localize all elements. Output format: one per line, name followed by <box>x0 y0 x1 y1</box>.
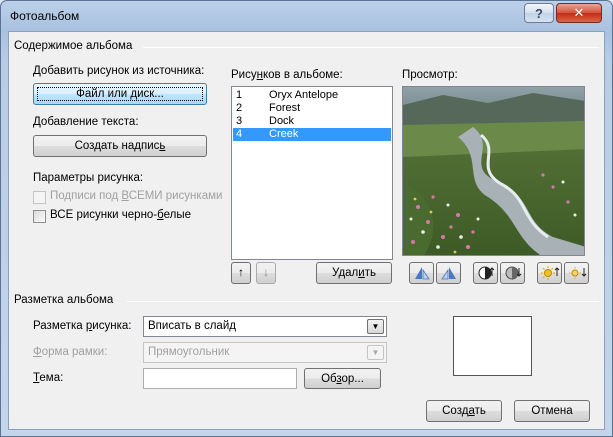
delete-label: Удалить <box>332 267 376 279</box>
dialog-client-area: Содержимое альбома Добавить рисунок из и… <box>8 31 605 430</box>
arrow-up-icon: ↑ <box>238 267 244 279</box>
dialog-window: Фотоальбом ? ✕ Содержимое альбома Добави… <box>0 0 613 437</box>
frame-shape-value: Прямоугольник <box>148 346 230 358</box>
move-down-button[interactable]: ↓ <box>256 262 276 284</box>
increase-contrast-button[interactable] <box>473 262 498 284</box>
rotate-left-button[interactable] <box>409 262 434 284</box>
picture-layout-value: Вписать в слайд <box>148 320 236 332</box>
close-icon: ✕ <box>573 5 585 20</box>
browse-button[interactable]: Обзор... <box>304 368 381 389</box>
creek-landscape-image <box>403 87 584 255</box>
all-black-white-checkbox[interactable] <box>33 210 46 223</box>
layout-preview-box <box>453 316 532 376</box>
file-or-disk-button[interactable]: Файл или диск... <box>33 83 207 105</box>
pictures-in-album-label: Рисунков в альбоме: <box>231 69 343 81</box>
create-button[interactable]: Создать <box>426 400 502 422</box>
pictures-listbox[interactable]: 1 Oryx Antelope 2 Forest 3 Dock 4 Creek <box>231 86 393 260</box>
cancel-label: Отмена <box>531 405 573 417</box>
contrast-up-icon <box>478 266 495 280</box>
create-label: Создать <box>442 405 486 417</box>
rotate-right-button[interactable] <box>436 262 461 284</box>
help-button[interactable]: ? <box>524 3 554 23</box>
arrow-down-icon: ↓ <box>263 267 269 279</box>
frame-shape-select[interactable]: Прямоугольник ▼ <box>143 342 387 363</box>
window-title: Фотоальбом <box>10 9 80 23</box>
rotate-right-icon <box>441 267 456 280</box>
decrease-contrast-button[interactable] <box>500 262 525 284</box>
all-black-white-label: ВСЕ рисунки черно-белые <box>50 209 191 221</box>
help-icon: ? <box>535 5 543 21</box>
create-caption-label: Создать надпись <box>74 140 166 152</box>
cancel-button[interactable]: Отмена <box>514 400 590 422</box>
browse-label: Обзор... <box>321 372 364 385</box>
captions-all-checkbox[interactable] <box>33 191 46 204</box>
title-bar[interactable]: Фотоальбом ? ✕ <box>1 1 612 31</box>
preview-label: Просмотр: <box>402 69 458 81</box>
brightness-down-icon <box>569 267 587 279</box>
album-content-group-title: Содержимое альбома <box>14 40 133 52</box>
add-text-label: Добавление текста: <box>33 116 139 128</box>
picture-layout-select[interactable]: Вписать в слайд ▼ <box>143 316 387 337</box>
group-separator <box>143 47 599 48</box>
brightness-up-icon <box>541 266 560 280</box>
list-item-selected[interactable]: 4 Creek <box>233 128 391 141</box>
add-picture-label: Добавить рисунок из источника: <box>33 65 205 77</box>
contrast-down-icon <box>505 266 522 280</box>
chevron-down-icon[interactable]: ▼ <box>367 345 384 360</box>
preview-image <box>402 86 585 256</box>
rotate-left-icon <box>415 267 430 280</box>
list-item[interactable]: 1 Oryx Antelope <box>233 89 391 102</box>
create-caption-button[interactable]: Создать надпись <box>33 135 207 157</box>
picture-layout-label: Разметка рисунка: <box>33 320 132 332</box>
theme-input[interactable] <box>143 368 297 389</box>
group-separator <box>127 301 599 302</box>
close-button[interactable]: ✕ <box>556 3 602 23</box>
frame-shape-label: Форма рамки: <box>33 346 108 358</box>
delete-button[interactable]: Удалить <box>316 262 392 284</box>
list-item[interactable]: 3 Dock <box>233 115 391 128</box>
chevron-down-icon[interactable]: ▼ <box>367 319 384 334</box>
list-item[interactable]: 2 Forest <box>233 102 391 115</box>
picture-options-label: Параметры рисунка: <box>33 172 144 184</box>
move-up-button[interactable]: ↑ <box>231 262 251 284</box>
album-layout-group-title: Разметка альбома <box>14 294 114 306</box>
focus-rectangle <box>37 87 203 101</box>
decrease-brightness-button[interactable] <box>564 262 589 284</box>
increase-brightness-button[interactable] <box>537 262 562 284</box>
captions-all-label: Подписи под ВСЕМИ рисунками <box>50 190 223 202</box>
theme-label: Тема: <box>33 372 64 384</box>
